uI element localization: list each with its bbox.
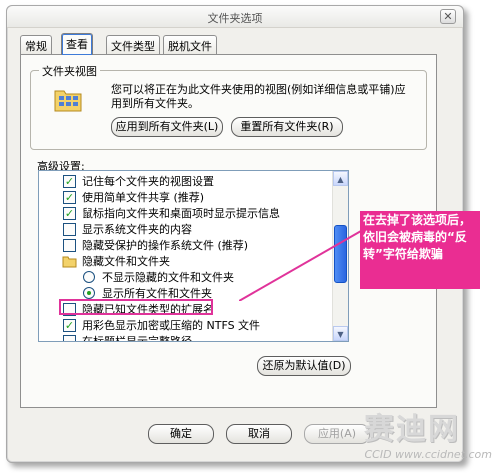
list-item[interactable]: ✓ 用彩色显示加密或压缩的 NTFS 文件 [39, 318, 332, 334]
ok-button[interactable]: 确定 [148, 424, 214, 444]
folder-view-group: 文件夹视图 您可以将正在为此文件夹使用的视图(例如详细信息或平铺)应用到所有文件… [30, 63, 427, 150]
tab-offline-files[interactable]: 脱机文件 [163, 35, 217, 54]
apply-to-all-folders-button[interactable]: 应用到所有文件夹(L) [111, 117, 223, 137]
folder-view-legend: 文件夹视图 [39, 63, 100, 79]
tab-general[interactable]: 常规 [20, 35, 52, 54]
list-item[interactable]: ✓ 记住每个文件夹的视图设置 [39, 174, 332, 190]
list-item[interactable]: ✓ 使用简单文件共享 (推荐) [39, 190, 332, 206]
cancel-button[interactable]: 取消 [226, 424, 292, 444]
vertical-scrollbar[interactable]: ▲ ▼ [332, 171, 348, 341]
apply-button[interactable]: 应用(A) [304, 424, 370, 444]
list-item-label: 用彩色显示加密或压缩的 NTFS 文件 [82, 319, 261, 332]
list-item-label: 隐藏文件和文件夹 [82, 255, 170, 268]
checkbox-checked[interactable]: ✓ [63, 207, 76, 220]
list-item: 隐藏文件和文件夹 [39, 254, 332, 270]
title-bar: 文件夹选项 ✕ [7, 6, 463, 28]
list-item[interactable]: 隐藏受保护的操作系统文件 (推荐) [39, 238, 332, 254]
folder-icon [62, 256, 77, 268]
list-item-label: 不显示隐藏的文件和文件夹 [102, 271, 234, 284]
list-item-label: 鼠标指向文件夹和桌面项时显示提示信息 [82, 207, 280, 220]
restore-defaults-button[interactable]: 还原为默认值(D) [257, 356, 351, 376]
checkbox-unchecked[interactable] [63, 223, 76, 236]
folder-view-icon [54, 90, 82, 112]
highlight-box [59, 299, 213, 315]
radio-button-unselected[interactable] [83, 271, 95, 283]
watermark-url: CCID www.ccidnet.com [364, 448, 492, 461]
tab-view[interactable]: 查看 [61, 33, 93, 55]
list-item[interactable]: ✓ 鼠标指向文件夹和桌面项时显示提示信息 [39, 206, 332, 222]
list-item[interactable]: 显示系统文件夹的内容 [39, 222, 332, 238]
checkbox-checked[interactable]: ✓ [63, 191, 76, 204]
watermark: 赛迪网 CCID www.ccidnet.com [364, 404, 494, 470]
close-button[interactable]: ✕ [440, 9, 456, 24]
checkbox-unchecked[interactable] [63, 335, 76, 341]
folder-view-description: 您可以将正在为此文件夹使用的视图(例如详细信息或平铺)应用到所有文件夹。 [111, 83, 406, 110]
list-item-label: 显示系统文件夹的内容 [82, 223, 192, 236]
reset-all-folders-button[interactable]: 重置所有文件夹(R) [231, 117, 343, 137]
list-item-label: 使用简单文件共享 (推荐) [82, 191, 205, 204]
window-title: 文件夹选项 [207, 12, 263, 25]
list-item[interactable]: 不显示隐藏的文件和文件夹 [39, 270, 332, 286]
watermark-logo: 赛迪网 [364, 412, 460, 447]
list-item[interactable]: 在标题栏显示完整路径 [39, 334, 332, 342]
radio-button-selected[interactable] [83, 287, 95, 299]
checkbox-checked[interactable]: ✓ [63, 175, 76, 188]
list-item-label: 在标题栏显示完整路径 [82, 335, 192, 342]
list-item-label: 记住每个文件夹的视图设置 [82, 175, 214, 188]
tab-file-types[interactable]: 文件类型 [106, 35, 160, 54]
annotation-callout: 在去掉了该选项后，依旧会被病毒的“反转”字符给欺骗 [360, 211, 480, 289]
scroll-thumb[interactable] [334, 225, 347, 283]
scroll-up-icon[interactable]: ▲ [333, 171, 348, 186]
checkbox-unchecked[interactable] [63, 239, 76, 252]
advanced-settings-list: ✓ 记住每个文件夹的视图设置 ✓ 使用简单文件共享 (推荐) ✓ 鼠标指向文件夹… [38, 170, 349, 342]
list-item-label: 隐藏受保护的操作系统文件 (推荐) [82, 239, 249, 252]
checkbox-checked[interactable]: ✓ [63, 319, 76, 332]
scroll-down-icon[interactable]: ▼ [333, 326, 348, 341]
